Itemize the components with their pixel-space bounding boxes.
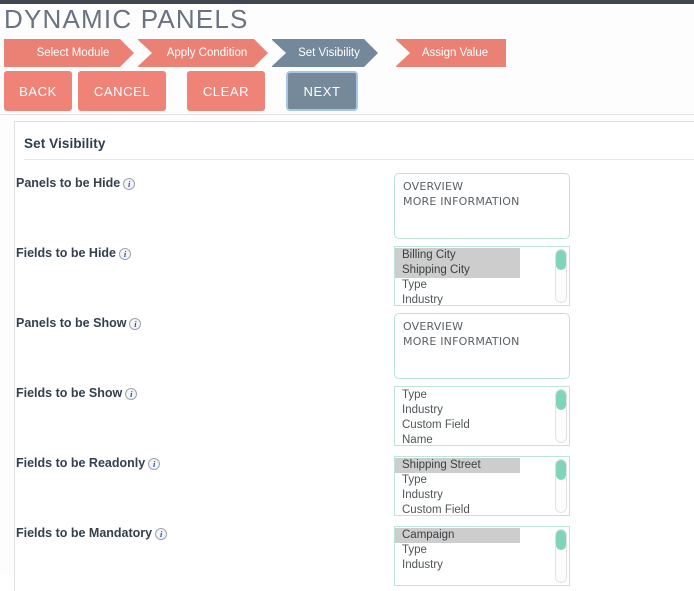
cancel-button[interactable]: CANCEL [78,71,166,111]
listbox-scrollbar[interactable] [555,459,567,513]
listbox-scrollbar[interactable] [555,249,567,303]
panel-list-panels-to-be-hide[interactable]: OVERVIEW MORE INFORMATION [394,173,570,239]
list-option[interactable]: Custom Field [395,418,553,433]
panel-list-panels-to-be-show[interactable]: OVERVIEW MORE INFORMATION [394,313,570,379]
wizard-step-label: Select Module [36,47,110,59]
field-list-fields-to-be-hide[interactable]: Billing City Shipping City Type Industry [394,246,570,306]
list-option[interactable]: Billing City [395,248,520,263]
list-option[interactable]: OVERVIEW [403,319,561,334]
field-label-text: Fields to be Readonly [16,456,146,470]
list-option[interactable]: OVERVIEW [403,179,561,194]
field-list-fields-to-be-show[interactable]: Type Industry Custom Field Name [394,386,570,446]
list-option[interactable]: MORE INFORMATION [403,194,561,209]
list-option[interactable]: MORE INFORMATION [403,334,561,349]
field-label-fields-to-be-show: Fields to be Show i [16,386,138,400]
dynamic-panels-page: DYNAMIC PANELS Select Module Apply Condit… [0,0,694,591]
list-option[interactable]: Industry [395,558,553,573]
wizard-step-select-module[interactable]: Select Module [4,39,134,67]
list-option[interactable]: Campaign [395,528,520,543]
listbox-scrollbar-thumb[interactable] [556,530,566,550]
wizard-step-label: Set Visibility [298,47,360,59]
wizard-step-set-visibility[interactable]: Set Visibility [271,39,378,67]
listbox-scrollbar-thumb[interactable] [556,390,566,410]
field-label-fields-to-be-readonly: Fields to be Readonly i [16,456,161,470]
list-options: Type Industry Custom Field Name [395,388,553,445]
info-icon[interactable]: i [148,458,161,470]
field-label-fields-to-be-mandatory: Fields to be Mandatory i [16,526,168,540]
list-option[interactable]: Type [395,543,553,558]
header-separator [0,114,694,115]
list-option[interactable]: Type [395,278,553,293]
info-icon[interactable]: i [119,248,132,260]
page-title: DYNAMIC PANELS [4,4,249,34]
listbox-scrollbar-thumb[interactable] [556,250,566,270]
field-label-text: Fields to be Show [16,386,123,400]
field-list-fields-to-be-mandatory[interactable]: Campaign Type Industry [394,526,570,586]
listbox-scrollbar-thumb[interactable] [556,460,566,480]
field-label-text: Fields to be Mandatory [16,526,153,540]
info-icon[interactable]: i [155,528,168,540]
list-options: Campaign Type Industry [395,528,553,573]
list-option[interactable]: Type [395,473,553,488]
field-label-text: Panels to be Hide [16,176,121,190]
listbox-scrollbar[interactable] [555,389,567,443]
list-option[interactable]: Custom Field [395,503,553,515]
wizard-step-label: Assign Value [421,47,489,59]
back-button[interactable]: BACK [4,71,72,111]
list-option[interactable]: Name [395,433,553,445]
field-label-panels-to-be-hide: Panels to be Hide i [16,176,136,190]
field-label-fields-to-be-hide: Fields to be Hide i [16,246,132,260]
list-option[interactable]: Shipping Street [395,458,520,473]
wizard-step-assign-value[interactable]: Assign Value [395,39,506,67]
list-options: Shipping Street Type Industry Custom Field [395,458,553,515]
list-option[interactable]: Industry [395,293,553,305]
field-list-fields-to-be-readonly[interactable]: Shipping Street Type Industry Custom Field [394,456,570,516]
field-label-text: Fields to be Hide [16,246,117,260]
clear-button[interactable]: CLEAR [187,71,265,111]
field-label-panels-to-be-show: Panels to be Show i [16,316,142,330]
field-label-text: Panels to be Show [16,316,127,330]
list-option[interactable]: Shipping City [395,263,520,278]
list-option[interactable]: Industry [395,403,553,418]
next-button[interactable]: NEXT [286,71,358,111]
info-icon[interactable]: i [123,178,136,190]
set-visibility-card [14,121,694,591]
wizard-step-label: Apply Condition [166,47,248,59]
list-options: Billing City Shipping City Type Industry [395,248,553,305]
card-title-divider [24,159,694,160]
info-icon[interactable]: i [129,318,142,330]
list-option[interactable]: Industry [395,488,553,503]
card-title: Set Visibility [24,136,106,151]
list-option[interactable]: Type [395,388,553,403]
wizard-step-apply-condition[interactable]: Apply Condition [137,39,268,67]
info-icon[interactable]: i [125,388,138,400]
